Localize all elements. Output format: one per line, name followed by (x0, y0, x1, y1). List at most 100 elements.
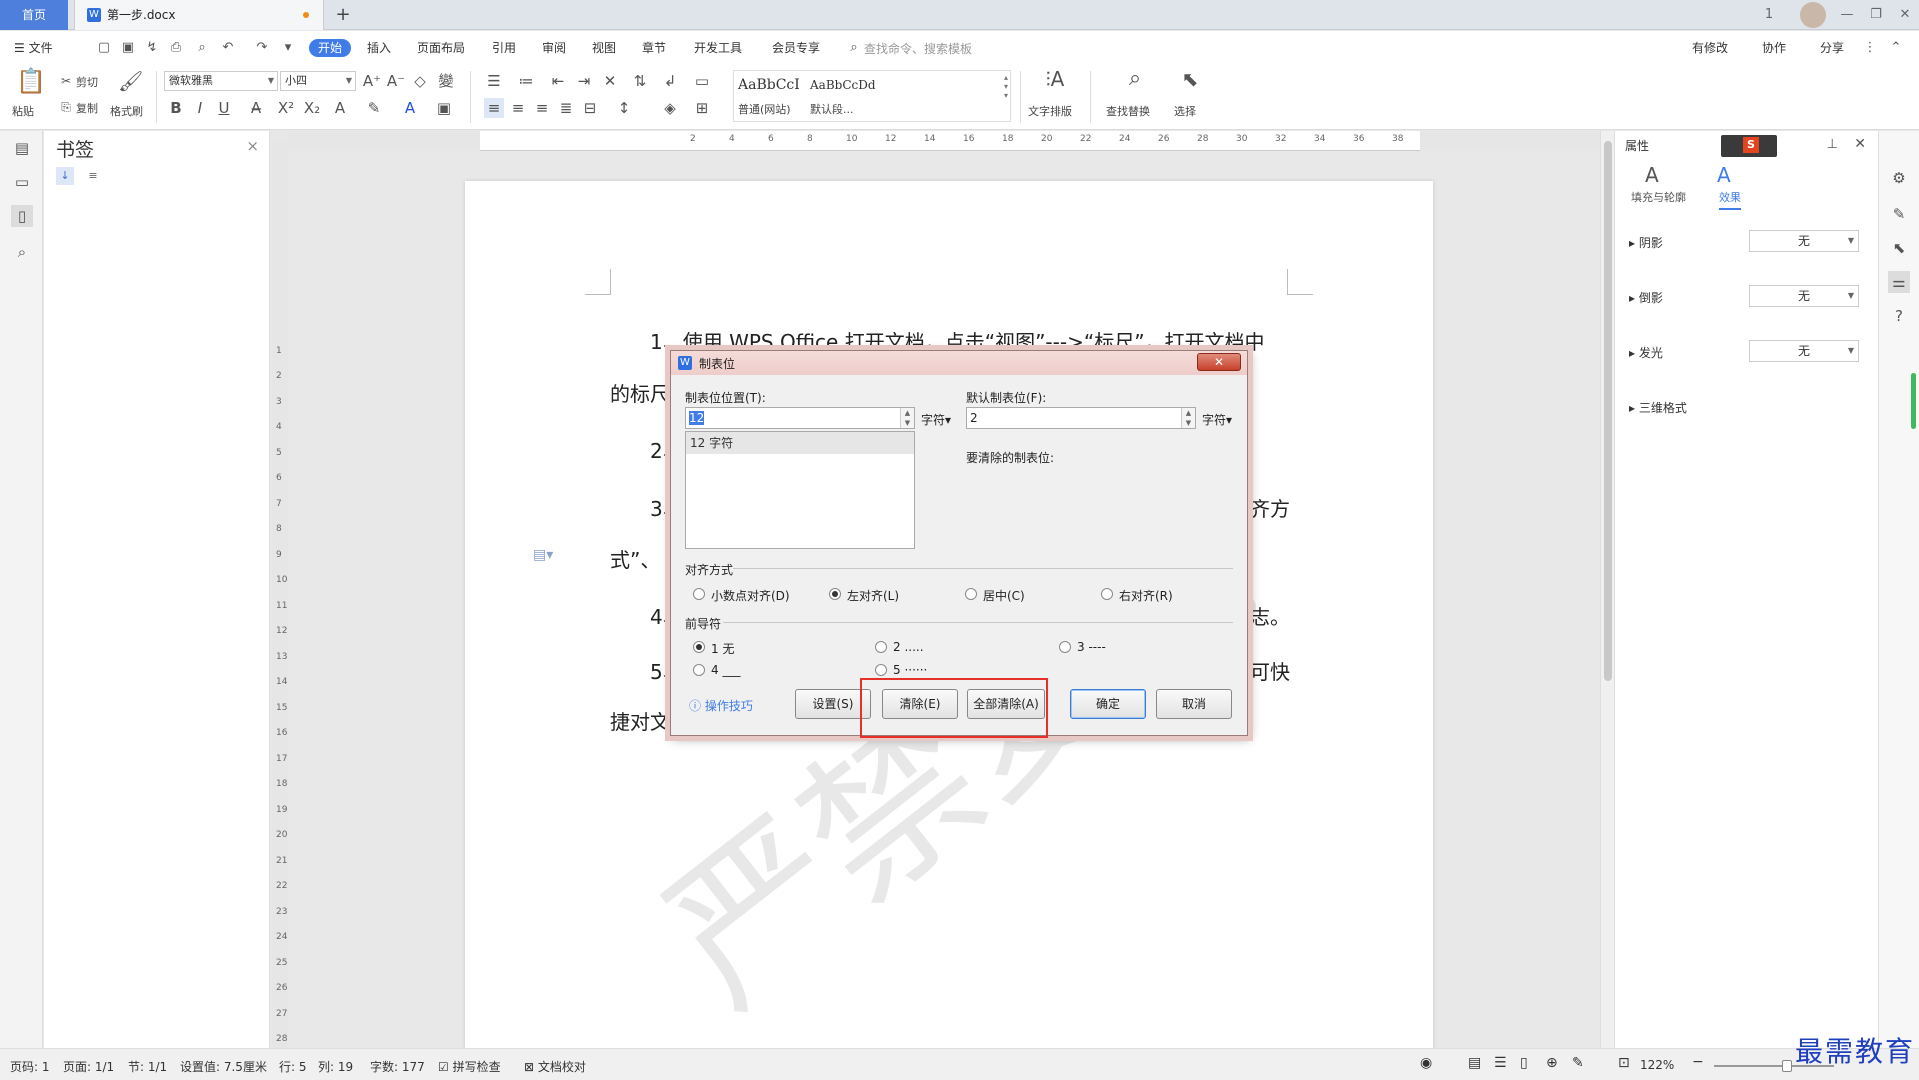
cut-icon[interactable]: ✂ (56, 71, 76, 91)
subscript-icon[interactable]: X₂ (302, 98, 322, 118)
highlight-icon[interactable]: ✎ (364, 98, 384, 118)
doc-proof-button[interactable]: ⊠ 文档校对 (524, 1058, 586, 1075)
undo-icon[interactable]: ↶ (220, 40, 236, 56)
align-left-label[interactable]: 左对齐(L) (847, 587, 899, 604)
dialog-close-button[interactable]: ✕ (1197, 353, 1241, 371)
format-painter-icon[interactable]: 🖌 (118, 71, 143, 99)
fill-outline-icon[interactable]: A (1645, 163, 1659, 187)
align-center-radio[interactable] (965, 588, 977, 600)
tab-member[interactable]: 会员专享 (772, 39, 820, 57)
share-button[interactable]: 分享 (1820, 39, 1844, 57)
tab-sections[interactable]: 章节 (642, 39, 666, 57)
property-close-icon[interactable]: ✕ (1854, 136, 1866, 152)
leader-none-radio[interactable] (693, 641, 705, 653)
paragraph-marker-icon[interactable]: ▤▾ (533, 547, 553, 563)
new-doc-icon[interactable]: ▢ (96, 40, 112, 56)
list-item[interactable]: 12 字符 (686, 432, 914, 454)
tab-position-unit[interactable]: 字符▾ (921, 411, 951, 428)
sort-by-name-icon[interactable]: ≡ (84, 167, 102, 185)
tab-effect[interactable]: 效果 (1719, 189, 1741, 210)
shadow-row[interactable]: ▸ 阴影 (1629, 234, 1663, 251)
bookmark-close-icon[interactable]: × (246, 137, 259, 155)
select-button[interactable]: 选择 (1174, 103, 1196, 119)
text-layout-icon[interactable]: ⫶A (1042, 69, 1068, 95)
page-view-icon[interactable]: ▤ (1468, 1055, 1481, 1071)
text-effect-icon[interactable]: A (330, 98, 350, 118)
show-marks-icon[interactable]: ↲ (660, 71, 680, 91)
clear-format-icon[interactable]: ◇ (410, 71, 430, 91)
command-search[interactable]: 查找命令、搜索模板 (864, 40, 972, 57)
style-icon[interactable]: ⚙ (1888, 167, 1910, 189)
3d-format-row[interactable]: ▸ 三维格式 (1629, 399, 1687, 416)
read-view-icon[interactable]: ▯ (1520, 1055, 1528, 1071)
zoom-level[interactable]: 122% (1640, 1058, 1674, 1072)
leader-dots-radio[interactable] (875, 641, 887, 653)
text-layout-button[interactable]: 文字排版 (1028, 103, 1072, 119)
zoom-out-icon[interactable]: − (1692, 1054, 1704, 1070)
default-tab-spinner[interactable]: ▲ ▼ (1181, 408, 1195, 428)
default-tab-input[interactable]: 2 ▲ ▼ (966, 407, 1196, 429)
doc-line-5[interactable]: 式”、 (610, 544, 660, 573)
print-icon[interactable]: ⎙ (168, 40, 184, 56)
help-icon[interactable]: ? (1888, 305, 1910, 327)
tab-references[interactable]: 引用 (492, 39, 516, 57)
align-decimal-radio[interactable] (693, 588, 705, 600)
copy-button[interactable]: 复制 (76, 100, 98, 116)
collaborate-button[interactable]: 协作 (1762, 39, 1786, 57)
minimize-button[interactable]: — (1835, 4, 1859, 26)
format-painter-button[interactable]: 格式刷 (110, 103, 143, 119)
ime-s-icon[interactable]: S (1721, 135, 1777, 157)
default-tab-unit[interactable]: 字符▾ (1202, 411, 1232, 428)
line-spacing-icon[interactable]: ↕ (614, 98, 634, 118)
find-replace-icon[interactable]: ⌕ (1122, 68, 1148, 95)
doc-line-7-end[interactable]: 可快 (1250, 656, 1290, 685)
shading-icon[interactable]: ◈ (660, 98, 680, 118)
align-decimal-label[interactable]: 小数点对齐(D) (711, 587, 790, 604)
dialog-title-bar[interactable]: W 制表位 ✕ (671, 351, 1247, 375)
align-center-label[interactable]: 居中(C) (983, 587, 1025, 604)
align-right-label[interactable]: 右对齐(R) (1119, 587, 1173, 604)
find-replace-button[interactable]: 查找替换 (1106, 103, 1150, 119)
window-layout-button[interactable]: 1 (1757, 4, 1781, 26)
property-settings-icon[interactable]: ⚌ (1888, 271, 1910, 293)
avatar[interactable] (1800, 2, 1826, 28)
paste-button[interactable]: 粘贴 (12, 103, 34, 119)
style-scroll-icon[interactable]: ▴ ▾ ▾ (1004, 73, 1008, 100)
font-name-select[interactable]: 微软雅黑 ▼ (164, 71, 278, 91)
cut-button[interactable]: 剪切 (76, 74, 98, 90)
leader-none-label[interactable]: 1 无 (711, 640, 734, 657)
write-view-icon[interactable]: ✎ (1572, 1055, 1584, 1071)
doc-line-8[interactable]: 捷对文 (610, 706, 670, 735)
has-changes-button[interactable]: 有修改 (1692, 39, 1728, 57)
tab-fill-outline[interactable]: 填充与轮廓 (1631, 189, 1686, 205)
status-setting[interactable]: 设置值: 7.5厘米 (180, 1058, 267, 1075)
borders-icon[interactable]: ⊞ (692, 98, 712, 118)
glow-select[interactable]: 无 ▼ (1749, 340, 1859, 362)
select-cursor-icon[interactable]: ⬉ (1178, 69, 1202, 95)
phonetic-icon[interactable]: 變 (436, 71, 456, 91)
sort-by-position-icon[interactable]: ↓ (56, 167, 74, 185)
vertical-ruler[interactable]: 1 2 3 4 5 6 7 8 9 10 11 12 13 14 15 16 17 18 19 20 21 22 23 24 2… (272, 140, 288, 1070)
shadow-select[interactable]: 无 ▼ (1749, 230, 1859, 252)
horizontal-ruler[interactable]: 246810121416182022242628303234363840 (480, 131, 1442, 151)
cancel-button[interactable]: 取消 (1156, 689, 1232, 719)
distribute-icon[interactable]: ⊟ (580, 98, 600, 118)
bold-icon[interactable]: B (166, 98, 186, 118)
numbered-list-icon[interactable]: ≔ (516, 71, 536, 91)
increase-indent-icon[interactable]: ⇥ (574, 71, 594, 91)
status-col[interactable]: 列: 19 (318, 1058, 353, 1075)
find-icon[interactable]: ⌕ (11, 241, 33, 263)
style-default[interactable]: 默认段... (810, 101, 854, 117)
chinese-layout-icon[interactable]: ✕ (600, 71, 620, 91)
tab-page-layout[interactable]: 页面布局 (417, 39, 465, 57)
bookmark-icon[interactable]: ▯ (11, 205, 33, 227)
style-normal-preview[interactable]: AaBbCcI (738, 77, 800, 93)
align-right-icon[interactable]: ≡ (532, 98, 552, 118)
tab-positions-list[interactable]: 12 字符 (685, 431, 915, 549)
vertical-scrollbar[interactable] (1600, 131, 1614, 1048)
char-border-icon[interactable]: ▣ (434, 98, 454, 118)
decrease-indent-icon[interactable]: ⇤ (548, 71, 568, 91)
leader-middot-radio[interactable] (875, 664, 887, 676)
leader-dash-radio[interactable] (1059, 641, 1071, 653)
tab-insert[interactable]: 插入 (367, 39, 391, 57)
